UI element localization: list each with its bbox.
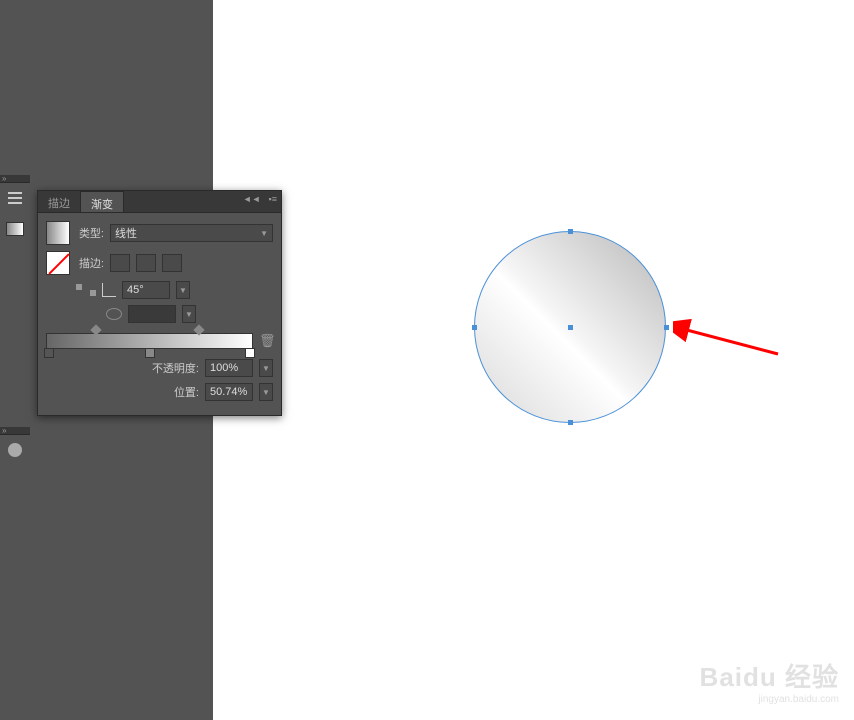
location-label: 位置: <box>46 384 199 400</box>
dock-strip-bottom: » <box>0 427 30 477</box>
angle-icon <box>102 283 116 297</box>
row-type: 类型: 线性 <box>46 221 273 245</box>
stroke-label: 描边: <box>76 255 104 271</box>
dock-collapse-bottom[interactable]: » <box>0 427 30 435</box>
type-label: 类型: <box>76 225 104 241</box>
location-dropdown-btn[interactable]: ▼ <box>259 383 273 401</box>
angle-input[interactable]: 45° <box>122 281 170 299</box>
reverse-gradient-icon[interactable] <box>76 284 96 296</box>
selection-handle-left[interactable] <box>472 325 477 330</box>
location-input[interactable]: 50.74% <box>205 383 253 401</box>
stroke-style-1[interactable] <box>110 254 130 272</box>
panel-nav-icon[interactable]: ◄◄ <box>243 194 261 204</box>
gradient-midpoint-1[interactable] <box>90 324 101 335</box>
appearance-icon[interactable] <box>3 438 27 462</box>
gradient-slider-container: 🗑 <box>46 333 273 349</box>
tab-stroke[interactable]: 描边 <box>38 191 81 212</box>
gradient-panel: 描边 渐变 ◄◄ ▪≡ 类型: 线性 描边: <box>37 190 282 416</box>
gradient-stop-start[interactable] <box>44 348 54 358</box>
hamburger-icon <box>8 192 22 204</box>
circle-icon <box>8 443 22 457</box>
collapse-icon: » <box>2 174 6 183</box>
selection-handle-bottom[interactable] <box>568 420 573 425</box>
type-dropdown[interactable]: 线性 <box>110 224 273 242</box>
tab-gradient[interactable]: 渐变 <box>81 191 124 212</box>
gradient-swatch-icon[interactable] <box>3 213 27 237</box>
dock-strip-top: » <box>0 175 30 225</box>
row-stroke: 描边: <box>46 251 273 275</box>
row-location: 位置: 50.74% ▼ <box>46 383 273 401</box>
opacity-input[interactable]: 100% <box>205 359 253 377</box>
gradient-preview-icon <box>6 222 24 236</box>
row-angle: 45° ▼ <box>46 281 273 299</box>
dock-collapse-top[interactable]: » <box>0 175 30 183</box>
gradient-preview-swatch[interactable] <box>46 221 70 245</box>
opacity-label: 不透明度: <box>46 360 199 376</box>
row-opacity: 不透明度: 100% ▼ <box>46 359 273 377</box>
gradient-midpoint-2[interactable] <box>193 324 204 335</box>
ratio-input[interactable] <box>128 305 176 323</box>
watermark-sub: jingyan.baidu.com <box>700 694 839 705</box>
delete-stop-icon[interactable]: 🗑 <box>259 333 273 349</box>
gradient-stop-end[interactable] <box>245 348 255 358</box>
selection-handle-top[interactable] <box>568 229 573 234</box>
aspect-ratio-icon <box>106 308 122 320</box>
angle-dropdown-btn[interactable]: ▼ <box>176 281 190 299</box>
panel-menu-icon[interactable]: ▪≡ <box>269 194 277 204</box>
panel-controls: ◄◄ ▪≡ <box>243 194 277 204</box>
ratio-dropdown-btn[interactable]: ▼ <box>182 305 196 323</box>
selection-handle-center[interactable] <box>568 325 573 330</box>
panel-tabs: 描边 渐变 ◄◄ ▪≡ <box>38 191 281 213</box>
gradient-bar[interactable] <box>46 333 253 349</box>
arrow-annotation <box>673 314 783 364</box>
collapse-icon: » <box>2 426 6 435</box>
canvas-area[interactable]: Baidu 经验 jingyan.baidu.com <box>213 0 854 720</box>
stroke-style-3[interactable] <box>162 254 182 272</box>
panel-menu-icon[interactable] <box>3 186 27 210</box>
gradient-stop-mid[interactable] <box>145 348 155 358</box>
watermark-main: Baidu 经验 <box>700 657 839 694</box>
opacity-value: 100% <box>210 362 238 374</box>
type-value: 线性 <box>115 225 137 241</box>
panel-body: 类型: 线性 描边: 45° ▼ <box>38 213 281 415</box>
watermark: Baidu 经验 jingyan.baidu.com <box>700 657 839 705</box>
stroke-style-2[interactable] <box>136 254 156 272</box>
fill-stroke-swatch[interactable] <box>46 251 70 275</box>
angle-value: 45° <box>127 284 144 296</box>
opacity-dropdown-btn[interactable]: ▼ <box>259 359 273 377</box>
row-ratio: ▼ <box>46 305 273 323</box>
selection-handle-right[interactable] <box>664 325 669 330</box>
location-value: 50.74% <box>210 386 247 398</box>
